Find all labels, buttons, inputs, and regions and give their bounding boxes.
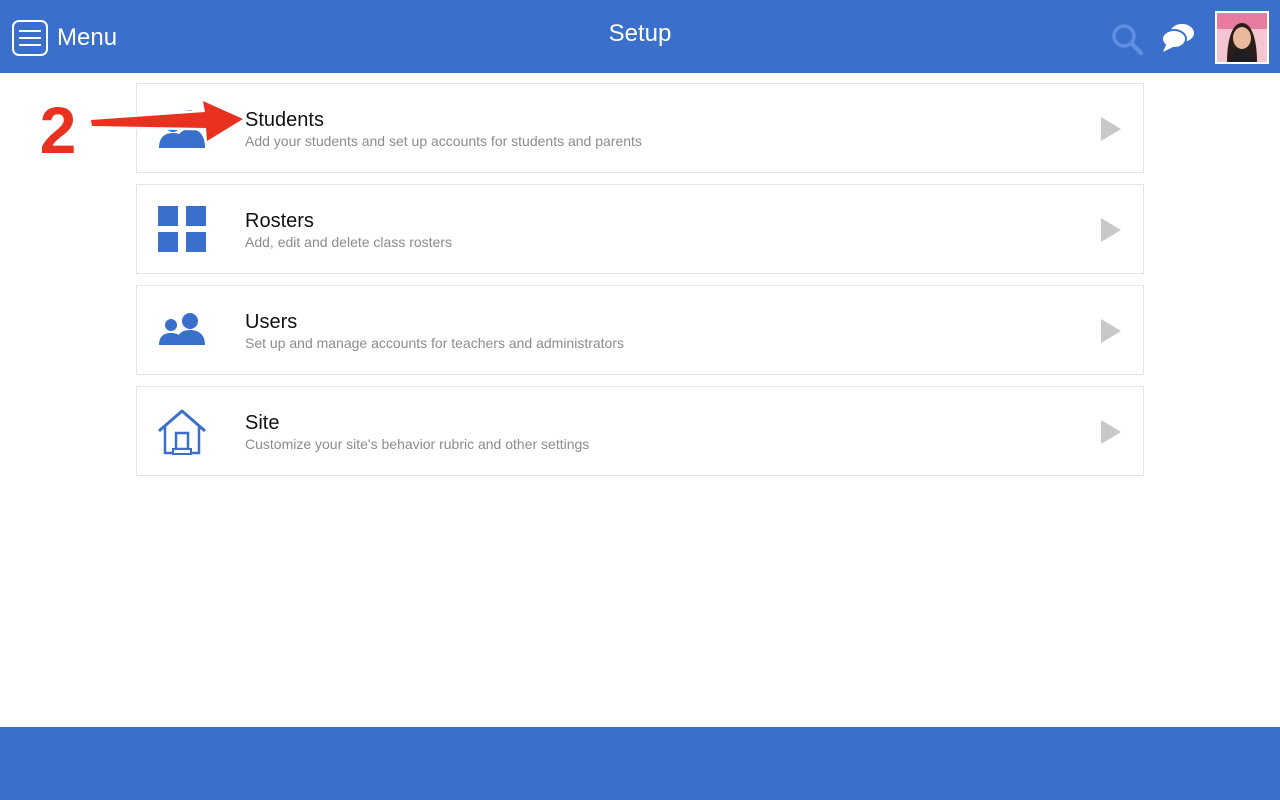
item-title: Users <box>245 311 298 333</box>
item-description: Set up and manage accounts for teachers … <box>245 335 624 351</box>
chevron-right-icon <box>1101 218 1121 242</box>
list-item-users[interactable]: Users Set up and manage accounts for tea… <box>136 285 1144 375</box>
chevron-right-icon <box>1101 319 1121 343</box>
chevron-right-icon <box>1101 420 1121 444</box>
list-item-students[interactable]: Students Add your students and set up ac… <box>136 83 1144 173</box>
page-title: Setup <box>608 20 672 47</box>
item-title: Students <box>245 109 324 131</box>
item-description: Customize your site's behavior rubric an… <box>245 436 590 452</box>
users-icon <box>157 306 207 356</box>
top-bar: Menu Setup <box>0 0 1280 73</box>
item-title: Rosters <box>245 210 314 232</box>
list-item-site[interactable]: Site Customize your site's behavior rubr… <box>136 386 1144 476</box>
bottom-bar <box>0 727 1280 800</box>
item-description: Add your students and set up accounts fo… <box>245 133 642 149</box>
grid-icon <box>157 205 207 255</box>
item-title: Site <box>245 412 280 434</box>
search-icon[interactable] <box>1110 22 1144 56</box>
students-icon <box>157 104 207 154</box>
list-item-rosters[interactable]: Rosters Add, edit and delete class roste… <box>136 184 1144 274</box>
item-description: Add, edit and delete class rosters <box>245 234 453 250</box>
chevron-right-icon <box>1101 117 1121 141</box>
house-icon <box>157 407 207 457</box>
user-avatar[interactable] <box>1215 11 1269 64</box>
setup-list: Students Add your students and set up ac… <box>136 83 1144 487</box>
step-number-label: 2 <box>40 93 77 167</box>
chat-bubbles-icon[interactable] <box>1160 21 1198 55</box>
